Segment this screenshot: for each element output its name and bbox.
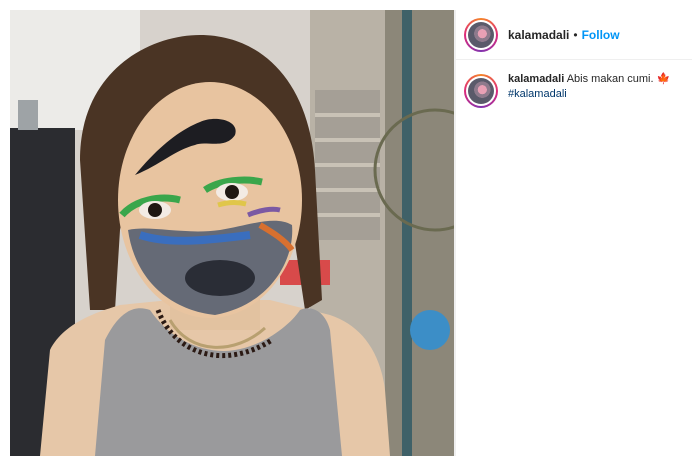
caption-body: kalamadali Abis makan cumi. 🍁 #kalamadal… <box>508 72 688 108</box>
caption-comment: kalamadali Abis makan cumi. 🍁 #kalamadal… <box>456 72 692 108</box>
caption-username-link[interactable]: kalamadali <box>508 73 564 85</box>
follow-button[interactable]: Follow <box>582 28 620 42</box>
caption-avatar[interactable] <box>464 74 498 108</box>
instagram-embed: kalamadali • Follow kalamadali Abis maka… <box>10 10 692 456</box>
avatar[interactable] <box>464 17 498 52</box>
caption-avatar-ring <box>466 76 496 106</box>
hashtag-link[interactable]: #kalamadali <box>508 87 688 102</box>
caption-avatar-image <box>468 78 494 104</box>
post-photo[interactable] <box>10 10 454 456</box>
separator-dot: • <box>573 27 578 42</box>
username-link[interactable]: kalamadali <box>508 28 569 42</box>
maple-leaf-emoji: 🍁 <box>656 73 671 85</box>
post-image <box>10 10 454 456</box>
post-header: kalamadali • Follow <box>456 10 692 60</box>
caption-text: Abis makan cumi. <box>566 73 654 85</box>
avatar-ring <box>466 19 496 50</box>
avatar-image <box>468 21 494 48</box>
post-sidebar: kalamadali • Follow kalamadali Abis maka… <box>456 10 692 456</box>
